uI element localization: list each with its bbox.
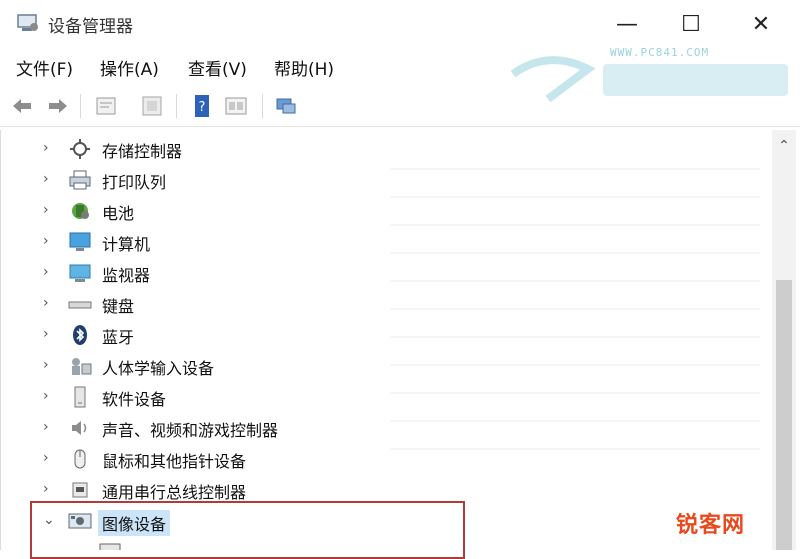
menu-view[interactable]: 查看(V) <box>188 55 247 80</box>
tree-item-label: 声音、视频和游戏控制器 <box>102 421 279 440</box>
forward-icon <box>49 99 67 113</box>
tree-item-monitors[interactable]: › 监视器 <box>1 258 771 288</box>
printer-icon <box>69 170 91 190</box>
chevron-right-icon[interactable]: › <box>43 450 57 466</box>
tree-item-software-devices[interactable]: › 软件设备 <box>1 382 771 412</box>
device-tree: › 存储控制器 › 打印队列 › 电池 › 计算机 › 监视器 › 键盘 › 蓝… <box>0 130 773 550</box>
mouse-icon <box>74 449 86 469</box>
tree-item-label: 打印队列 <box>102 173 167 192</box>
computer-icon <box>69 232 91 251</box>
maximize-button[interactable]: ☐ <box>668 8 714 40</box>
device-monitor-button[interactable] <box>272 92 300 120</box>
back-icon <box>13 99 31 113</box>
scroll-up-icon[interactable]: ⌃ <box>772 138 796 156</box>
close-button[interactable]: ✕ <box>738 8 784 40</box>
tree-item-keyboards[interactable]: › 键盘 <box>1 289 771 319</box>
menu-action[interactable]: 操作(A) <box>100 55 159 80</box>
title-bar: 设备管理器 — ☐ ✕ <box>0 0 800 48</box>
tree-item-batteries[interactable]: › 电池 <box>1 196 771 226</box>
watermark-brand: 锐客网 <box>676 513 746 538</box>
window-title: 设备管理器 <box>48 17 133 37</box>
hid-icon <box>72 358 92 375</box>
tree-item-label: 通用串行总线控制器 <box>102 483 247 502</box>
chevron-right-icon[interactable]: › <box>43 295 57 311</box>
back-button[interactable] <box>8 92 36 120</box>
toolbar-separator <box>176 94 177 118</box>
help-button[interactable]: ? <box>188 92 216 120</box>
menu-file[interactable]: 文件(F) <box>16 55 73 80</box>
forward-button[interactable] <box>44 92 72 120</box>
usb-icon <box>72 482 88 498</box>
tree-item-label: 电池 <box>102 204 135 223</box>
toolbar-separator <box>80 94 81 118</box>
help-icon: ? <box>195 95 209 117</box>
tree-item-label: 鼠标和其他指针设备 <box>102 452 247 471</box>
vertical-scrollbar[interactable]: ⌃ <box>772 130 796 550</box>
tree-item-bluetooth[interactable]: › 蓝牙 <box>1 320 771 350</box>
tree-item-label: 软件设备 <box>102 390 167 409</box>
toolbar-separator <box>262 94 263 118</box>
tree-item-label: 存储控制器 <box>102 142 183 161</box>
tree-item-label: 键盘 <box>102 297 135 316</box>
tree-item-computer[interactable]: › 计算机 <box>1 227 771 257</box>
chevron-right-icon[interactable]: › <box>43 481 57 497</box>
sound-icon <box>72 421 87 435</box>
tree-item-label: 人体学输入设备 <box>102 359 215 378</box>
maximize-icon: ☐ <box>681 11 701 37</box>
tree-item-mice[interactable]: › 鼠标和其他指针设备 <box>1 444 771 474</box>
tree-item-print-queues[interactable]: › 打印队列 <box>1 165 771 195</box>
chevron-right-icon[interactable]: › <box>43 326 57 342</box>
minimize-button[interactable]: — <box>604 8 650 40</box>
chevron-right-icon[interactable]: › <box>43 233 57 249</box>
device-monitor-icon <box>276 98 296 114</box>
tree-item-label: 监视器 <box>102 266 151 285</box>
chevron-right-icon[interactable]: › <box>43 419 57 435</box>
keyboard-icon <box>68 301 92 309</box>
update-driver-icon <box>142 96 162 116</box>
properties-icon <box>96 97 116 115</box>
tree-item-label: 蓝牙 <box>102 328 135 347</box>
chevron-right-icon[interactable]: › <box>43 202 57 218</box>
close-icon: ✕ <box>751 11 771 37</box>
chevron-right-icon[interactable]: › <box>43 171 57 187</box>
device-manager-icon <box>17 14 38 31</box>
tree-item-hid[interactable]: › 人体学输入设备 <box>1 351 771 381</box>
chevron-right-icon[interactable]: › <box>43 140 57 156</box>
scroll-thumb[interactable] <box>776 280 792 550</box>
minimize-icon: — <box>616 11 638 37</box>
toolbar: ? <box>0 86 800 127</box>
tree-item-label: 计算机 <box>102 235 151 254</box>
bluetooth-icon <box>73 325 87 345</box>
software-device-icon <box>74 386 86 408</box>
svg-text:?: ? <box>199 100 206 115</box>
scan-hardware-button[interactable] <box>222 92 250 120</box>
tree-item-sound-video-game[interactable]: › 声音、视频和游戏控制器 <box>1 413 771 443</box>
battery-icon <box>72 203 89 219</box>
monitor-icon <box>69 264 91 282</box>
chevron-right-icon[interactable]: › <box>43 388 57 404</box>
menu-bar: 文件(F) 操作(A) 查看(V) 帮助(H) <box>0 50 800 84</box>
menu-help[interactable]: 帮助(H) <box>274 55 334 80</box>
chevron-right-icon[interactable]: › <box>43 357 57 373</box>
chevron-right-icon[interactable]: › <box>43 264 57 280</box>
storage-controller-icon <box>70 139 90 159</box>
highlight-annotation <box>30 501 465 559</box>
update-driver-button[interactable] <box>138 92 166 120</box>
properties-button[interactable] <box>92 92 120 120</box>
scan-hardware-icon <box>225 97 247 115</box>
tree-item-storage-controllers[interactable]: › 存储控制器 <box>1 134 771 164</box>
